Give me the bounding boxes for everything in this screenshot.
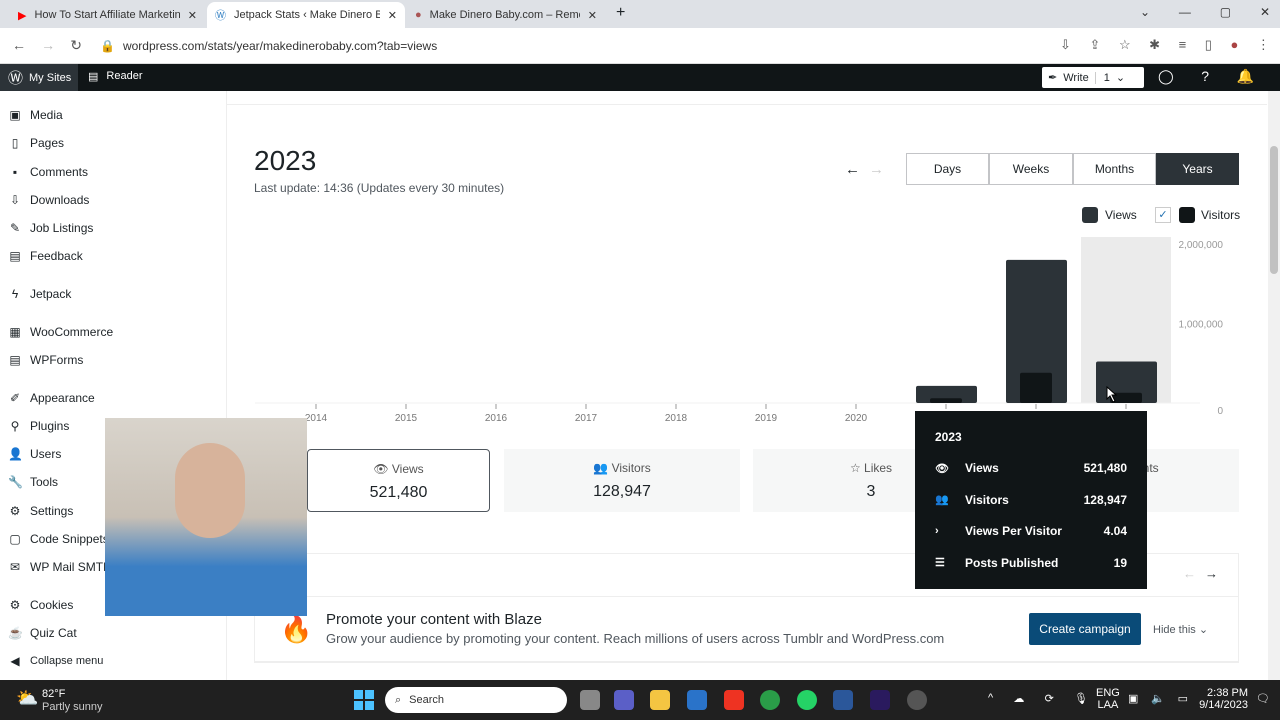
stat-card-visitors[interactable]: 👥 Visitors 128,947: [504, 449, 740, 512]
sidebar-icon: 👤: [8, 447, 23, 461]
hide-this-button[interactable]: Hide this ⌄: [1153, 623, 1208, 636]
sidebar-icon: ☕: [8, 626, 23, 640]
teams-icon[interactable]: [614, 690, 634, 710]
sidebar-icon: ⚙: [9, 598, 21, 612]
eye-icon: 👁: [935, 462, 949, 475]
chevron-right-icon: ›: [935, 525, 939, 537]
stats-bar-chart: 0 1,000,000 2,000,000 2014 2015 2016 2017 2018 2…: [255, 237, 1224, 424]
network-icon[interactable]: ▣: [1128, 692, 1138, 705]
language-indicator[interactable]: ENG LAA: [1096, 687, 1120, 711]
notification-icon[interactable]: 🗨: [1256, 692, 1270, 705]
weather-icon[interactable]: ⛅: [16, 688, 38, 709]
prev-arrow[interactable]: ←: [1183, 566, 1196, 581]
tooltip-row: 👁 Views 521,480: [935, 461, 1127, 475]
sidebar-icon: 🔧: [8, 475, 23, 489]
x-tick-label: 2018: [665, 413, 688, 424]
file-explorer-icon[interactable]: [650, 690, 670, 710]
create-campaign-button[interactable]: Create campaign: [1029, 613, 1141, 645]
y-tick-label: 2,000,000: [1179, 240, 1224, 251]
chevron-up-icon[interactable]: ^: [988, 692, 993, 705]
sidebar-icon: ✉: [9, 560, 21, 574]
stat-card-views[interactable]: 👁 Views 521,480: [307, 449, 490, 512]
task-view-icon[interactable]: [580, 690, 600, 710]
tooltip-row: 👥 Visitors 128,947: [935, 492, 1127, 507]
microphone-icon[interactable]: 🎙: [1074, 692, 1088, 705]
sidebar-icon: ▢: [9, 532, 21, 546]
blaze-flame-icon: 🔥: [280, 614, 313, 644]
sidebar-icon: ◀: [10, 654, 20, 668]
sidebar-item-settings[interactable]: ⚙ Settings: [8, 504, 74, 518]
clock[interactable]: 2:38 PM 9/14/2023: [1196, 687, 1248, 711]
webcam-overlay: [105, 418, 307, 616]
cloud-icon[interactable]: ☁: [1013, 692, 1024, 705]
tooltip-row: › Views Per Visitor 4.04: [935, 524, 1127, 538]
x-tick-label: 2015: [395, 413, 418, 424]
app-icon[interactable]: [724, 690, 744, 710]
next-arrow[interactable]: →: [1205, 566, 1218, 581]
sidebar-item-quiz-cat[interactable]: ☕ Quiz Cat: [8, 626, 77, 640]
sidebar-item-users[interactable]: 👤 Users: [8, 447, 61, 461]
y-tick-label: 0: [1217, 406, 1223, 417]
premiere-icon[interactable]: [870, 690, 890, 710]
x-tick-label: 2019: [755, 413, 778, 424]
chrome-icon[interactable]: [760, 690, 780, 710]
visitors-bar: [930, 398, 962, 403]
x-tick-label: 2017: [575, 413, 598, 424]
card-icon: ☆: [849, 461, 861, 475]
tooltip-title: 2023: [935, 430, 962, 444]
windows-start-icon[interactable]: [354, 690, 374, 710]
store-icon[interactable]: [687, 690, 707, 710]
sidebar-item-cookies[interactable]: ⚙ Cookies: [8, 598, 74, 612]
volume-icon[interactable]: 🔈: [1151, 692, 1165, 705]
search-icon: ⌕: [395, 693, 402, 706]
temperature: 82°F: [42, 688, 66, 700]
sidebar-item-tools[interactable]: 🔧 Tools: [8, 475, 58, 489]
weather-text: Partly sunny: [42, 701, 103, 713]
blaze-text: Grow your audience by promoting your con…: [326, 631, 945, 646]
sync-icon[interactable]: ⟳: [1045, 692, 1054, 705]
sidebar-item-collapse-menu[interactable]: ◀ Collapse menu: [8, 654, 103, 668]
people-icon: 👥: [935, 494, 949, 506]
app-icon[interactable]: [907, 690, 927, 710]
blaze-title: Promote your content with Blaze: [326, 611, 542, 628]
x-tick-label: 2014: [305, 413, 328, 424]
x-tick-label: 2016: [485, 413, 508, 424]
visitors-bar: [1020, 372, 1052, 403]
battery-icon[interactable]: ▭: [1178, 692, 1188, 705]
list-icon: ☰: [935, 557, 945, 569]
card-icon: 👁: [373, 462, 389, 476]
word-icon[interactable]: [833, 690, 853, 710]
sidebar-icon: ⚙: [9, 504, 21, 518]
x-tick-label: 2020: [845, 413, 868, 424]
scrollbar[interactable]: [1268, 91, 1280, 680]
sidebar-item-wp-mail-smtp[interactable]: ✉ WP Mail SMTP: [8, 560, 111, 574]
y-tick-label: 1,000,000: [1179, 320, 1224, 331]
card-icon: 👥: [593, 461, 609, 475]
taskbar: ⛅ 82°F Partly sunny ⌕ Search ^ ☁ ⟳ 🎙 ENG LAA …: [0, 680, 1280, 720]
tooltip-row: ☰ Posts Published 19: [935, 555, 1127, 570]
whatsapp-icon[interactable]: [797, 690, 817, 710]
chart-tooltip: 2023 👁 Views 521,480 👥 Visitors 128,947 › Views…: [915, 411, 1147, 589]
taskbar-search[interactable]: ⌕ Search: [385, 687, 567, 713]
sidebar-item-code-snippets[interactable]: ▢ Code Snippets: [8, 532, 108, 546]
